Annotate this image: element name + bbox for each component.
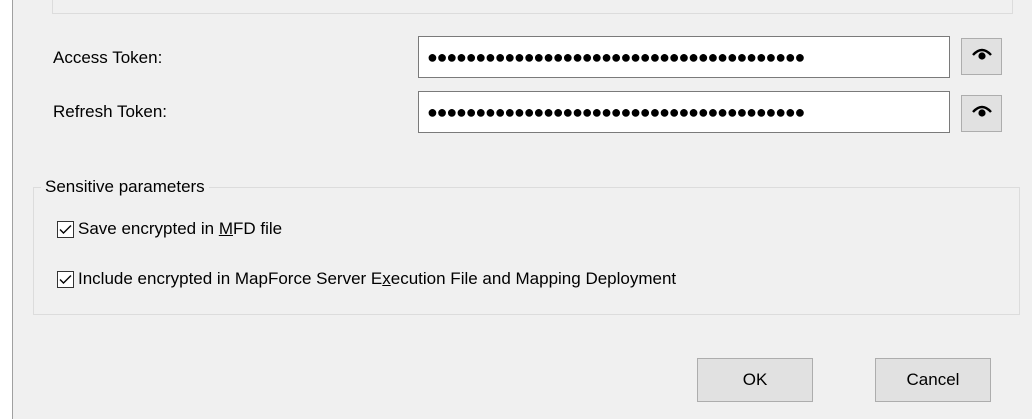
sensitive-parameters-group (33, 187, 1020, 315)
eye-icon (971, 103, 993, 124)
save-encrypted-checkbox[interactable] (57, 220, 74, 238)
ok-button[interactable]: OK (697, 358, 813, 402)
include-encrypted-label: Include encrypted in MapForce Server Exe… (78, 269, 677, 288)
refresh-token-label: Refresh Token: (53, 102, 168, 121)
access-token-field[interactable]: ●●●●●●●●●●●●●●●●●●●●●●●●●●●●●●●●●●●●●●● (418, 36, 950, 78)
refresh-token-field[interactable]: ●●●●●●●●●●●●●●●●●●●●●●●●●●●●●●●●●●●●●●● (418, 91, 950, 133)
sensitive-parameters-title: Sensitive parameters (41, 177, 209, 197)
include-encrypted-checkbox[interactable] (57, 270, 74, 288)
checkmark-icon (59, 274, 72, 284)
save-encrypted-label: Save encrypted in MFD file (78, 219, 283, 238)
reveal-refresh-token-button[interactable] (961, 95, 1002, 132)
include-encrypted-option[interactable]: Include encrypted in MapForce Server Exe… (57, 268, 676, 290)
eye-icon (971, 46, 993, 67)
access-token-label: Access Token: (53, 48, 163, 67)
oauth-group-edge (52, 0, 1013, 14)
cancel-button[interactable]: Cancel (875, 358, 991, 402)
checkmark-icon (59, 224, 72, 234)
save-encrypted-option[interactable]: Save encrypted in MFD file (57, 218, 282, 240)
reveal-access-token-button[interactable] (961, 38, 1002, 75)
